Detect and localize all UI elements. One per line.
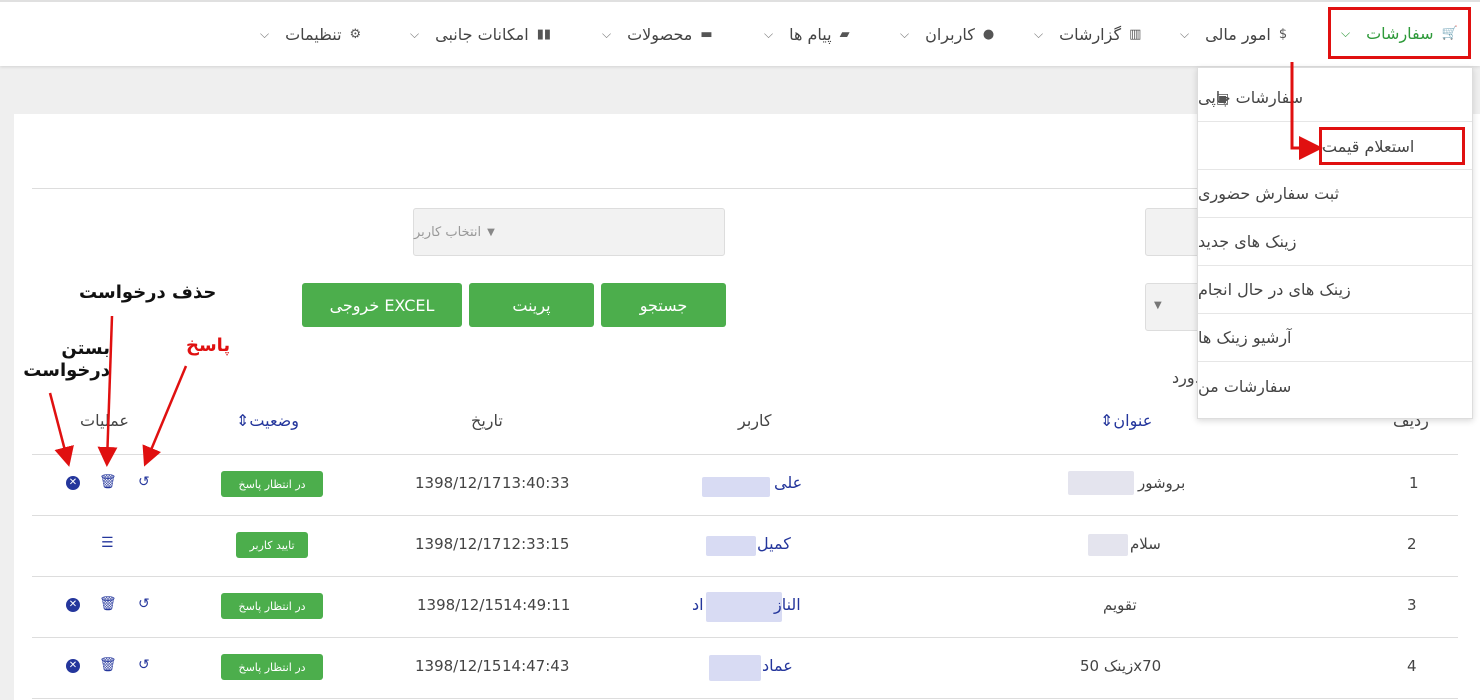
reply-arrow: [142, 365, 188, 467]
annotation-delete-request: حذف درخواست: [79, 282, 217, 303]
annotation-reply: پاسخ: [186, 335, 231, 356]
annotation-close-request: بستن درخواست: [23, 338, 110, 381]
menu-arrow: [1290, 62, 1323, 160]
close-arrow: [48, 392, 74, 467]
